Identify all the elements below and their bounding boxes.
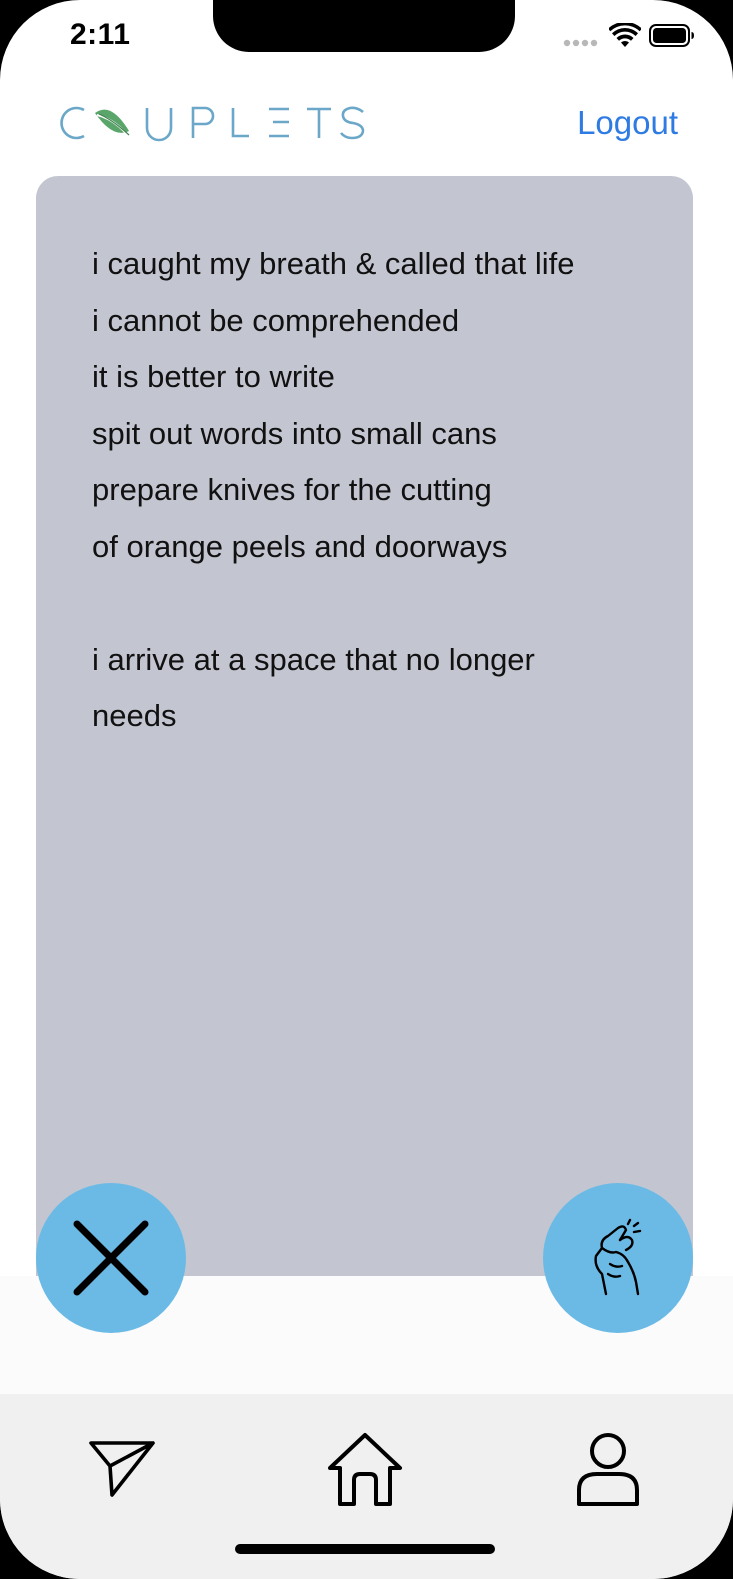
- logo-wordmark: [60, 106, 365, 142]
- profile-icon: [577, 1433, 639, 1506]
- wifi-icon: [609, 23, 641, 47]
- logout-button[interactable]: Logout: [577, 104, 678, 142]
- tab-home[interactable]: [326, 1432, 404, 1513]
- close-x-icon: [73, 1220, 149, 1296]
- tab-send[interactable]: [88, 1432, 156, 1505]
- dismiss-button[interactable]: [36, 1183, 186, 1333]
- tab-profile[interactable]: [575, 1432, 641, 1513]
- device-notch: [213, 0, 515, 52]
- battery-icon: [649, 24, 694, 47]
- finger-snap-icon: [594, 1218, 642, 1296]
- poem-card: i caught my breath & called that life i …: [36, 176, 693, 1276]
- home-indicator: [235, 1544, 495, 1554]
- poem-text: i caught my breath & called that life i …: [92, 246, 575, 733]
- status-time: 2:11: [70, 18, 131, 51]
- send-icon: [89, 1441, 155, 1497]
- app-logo: COUPLETS: [53, 98, 373, 148]
- signal-dots-icon: [563, 39, 598, 47]
- home-icon: [328, 1433, 402, 1506]
- phone-screen: 2:11 Logout i caught my breath & called …: [0, 0, 733, 1579]
- snap-button[interactable]: [543, 1183, 693, 1333]
